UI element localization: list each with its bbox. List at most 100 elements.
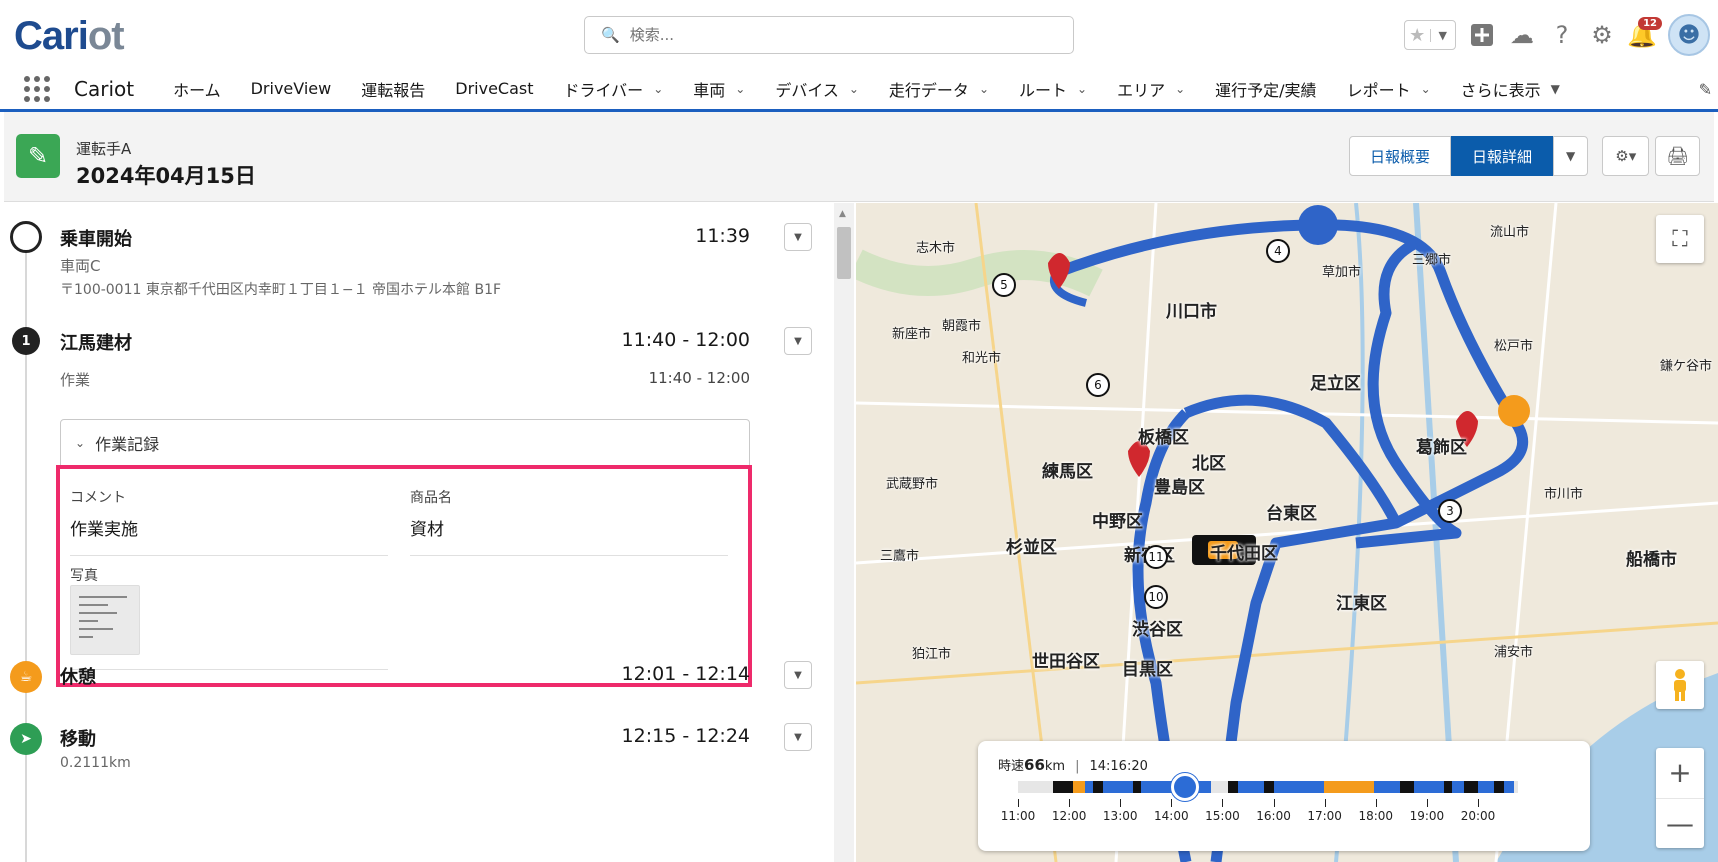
nav-item[interactable]: さらに表示 ▼ xyxy=(1461,77,1560,101)
chevron-down-icon[interactable]: ⌄ xyxy=(979,82,989,96)
nav-item[interactable]: DriveCast xyxy=(455,79,533,98)
chevron-down-icon[interactable]: ⌄ xyxy=(1421,82,1431,96)
chevron-down-icon[interactable]: ▼ xyxy=(1553,136,1589,176)
detail-button[interactable]: 日報詳細 xyxy=(1451,136,1554,176)
chevron-down-icon[interactable]: ⌄ xyxy=(1175,82,1185,96)
chevron-down-icon[interactable]: ⌄ xyxy=(849,82,859,96)
scrollbar-thumb[interactable] xyxy=(837,227,851,279)
event-menu-button[interactable]: ▼ xyxy=(784,223,812,251)
map-label: 浦安市 xyxy=(1494,645,1534,660)
zoom-in-button[interactable]: + xyxy=(1656,748,1704,798)
chevron-down-icon: ⌄ xyxy=(75,436,86,450)
nav-item-label: 走行データ xyxy=(888,80,969,100)
chevron-down-icon[interactable]: ⌄ xyxy=(735,82,745,96)
nav-item[interactable]: レポート ⌄ xyxy=(1347,77,1431,101)
axis-tick xyxy=(1375,799,1377,807)
work-record-label: 作業記録 xyxy=(95,435,160,454)
nav-item[interactable]: 走行データ ⌄ xyxy=(889,77,989,101)
nav-item-label: 運行予定/実績 xyxy=(1215,80,1317,100)
event-menu-button[interactable]: ▼ xyxy=(784,661,812,689)
nav-item[interactable]: デバイス ⌄ xyxy=(775,77,859,101)
favorites-button[interactable]: ★ ▼ xyxy=(1404,20,1456,50)
playback-slider-knob[interactable] xyxy=(1171,773,1200,801)
product-label: 商品名 xyxy=(410,490,452,506)
global-search[interactable]: 🔍 xyxy=(584,16,1074,54)
plus-square-icon[interactable] xyxy=(1468,21,1496,49)
speed-value: 66 xyxy=(1024,756,1045,774)
stop-pin[interactable]: 11 xyxy=(1144,545,1168,569)
map-label: 江東区 xyxy=(1336,594,1387,614)
segment-stop xyxy=(1464,781,1478,793)
fullscreen-icon[interactable]: ⛶ xyxy=(1656,215,1704,263)
nav-item[interactable]: ルート ⌄ xyxy=(1019,77,1087,101)
chevron-down-icon[interactable]: ⌄ xyxy=(653,82,663,96)
nav-item[interactable]: 運行予定/実績 xyxy=(1215,77,1316,101)
stop-pin[interactable]: 4 xyxy=(1266,239,1290,263)
event-title: 乗車開始 xyxy=(60,229,132,250)
stop-pin[interactable]: 5 xyxy=(992,273,1016,297)
nav-item[interactable]: エリア ⌄ xyxy=(1117,77,1185,101)
street-view-icon[interactable] xyxy=(1656,661,1704,709)
map-label: 渋谷区 xyxy=(1132,620,1183,640)
segment-stop xyxy=(1400,781,1414,793)
bell-icon[interactable]: 🔔 12 xyxy=(1627,17,1662,49)
nav-item-label: ドライバー xyxy=(563,80,644,100)
axis-tick-label: 13:00 xyxy=(1102,809,1138,823)
segment-stop xyxy=(1264,781,1274,793)
nav-item[interactable]: DriveView xyxy=(251,79,332,98)
nav-item[interactable]: ホーム xyxy=(173,77,221,101)
chevron-down-icon: ▼ xyxy=(794,335,802,347)
segment-move xyxy=(1452,781,1464,793)
nav-item[interactable]: 運転報告 xyxy=(361,77,425,101)
chevron-down-icon[interactable]: ⌄ xyxy=(1077,82,1087,96)
event-address: 〒100-0011 東京都千代田区内幸町１丁目１−１ 帝国ホテル本館 B1F xyxy=(60,282,502,298)
speed-readout: 時速66km | 14:16:20 xyxy=(998,755,1148,774)
coffee-icon[interactable] xyxy=(1498,395,1530,427)
photo-field: 写真 xyxy=(70,565,388,670)
timeline-bar[interactable] xyxy=(1018,781,1518,793)
app-launcher-icon[interactable] xyxy=(24,75,50,102)
map-label: 台東区 xyxy=(1266,504,1317,524)
event-distance: 0.2111km xyxy=(60,755,131,771)
print-button[interactable]: 🖨 xyxy=(1655,136,1701,176)
stop-pin[interactable]: 10 xyxy=(1144,585,1168,609)
summary-button[interactable]: 日報概要 xyxy=(1349,136,1452,176)
route-map[interactable]: 川口市 足立区 板橋区 北区 練馬区 葛飾区 豊島区 中野区 台東区 杉並区 新… xyxy=(856,203,1718,862)
axis-tick-label: 11:00 xyxy=(1000,809,1036,823)
chevron-down-icon: ▼ xyxy=(794,731,802,743)
trailhead-icon[interactable]: ☁ xyxy=(1508,21,1536,49)
chevron-down-icon: ▼ xyxy=(794,231,802,243)
axis-tick xyxy=(1120,799,1122,807)
edit-nav-icon[interactable]: ✎ xyxy=(1699,80,1712,99)
search-input[interactable] xyxy=(629,26,1030,44)
help-icon[interactable]: ? xyxy=(1548,21,1576,49)
star-icon: ★ xyxy=(1409,24,1426,46)
coffee-icon: ☕ xyxy=(10,661,42,693)
product-field: 商品名 資材 xyxy=(410,487,728,556)
printer-icon: 🖨 xyxy=(1666,145,1690,167)
segment-move xyxy=(1141,781,1171,793)
settings-menu-button[interactable]: ⚙▾ xyxy=(1602,136,1650,176)
cariot-logo[interactable]: Cariot xyxy=(14,14,125,59)
axis-tick xyxy=(1069,799,1071,807)
stop-pin[interactable]: 6 xyxy=(1086,373,1110,397)
axis-tick-label: 12:00 xyxy=(1051,809,1087,823)
chevron-down-icon[interactable]: ▼ xyxy=(1429,28,1456,42)
event-menu-button[interactable]: ▼ xyxy=(784,723,812,751)
speed-prefix: 時速 xyxy=(998,759,1025,774)
event-menu-button[interactable]: ▼ xyxy=(784,327,812,355)
photo-thumbnail[interactable] xyxy=(70,585,140,655)
chevron-down-icon[interactable]: ▼ xyxy=(1551,82,1560,96)
stop-pin[interactable]: 3 xyxy=(1438,499,1462,523)
work-record-toggle[interactable]: ⌄ 作業記録 xyxy=(60,419,750,467)
segment-move xyxy=(1504,781,1514,793)
map-label: 中野区 xyxy=(1092,512,1143,532)
nav-item[interactable]: 車両 ⌄ xyxy=(693,77,745,101)
nav-item-label: ルート xyxy=(1019,80,1068,100)
avatar[interactable]: ☻ xyxy=(1668,14,1710,56)
nav-item[interactable]: ドライバー ⌄ xyxy=(564,77,664,101)
scroll-up-icon[interactable]: ▲ xyxy=(839,209,846,219)
timeline-scrollbar[interactable]: ▲ xyxy=(834,203,854,862)
zoom-out-button[interactable]: — xyxy=(1656,797,1704,849)
gear-icon[interactable]: ⚙ xyxy=(1588,21,1616,49)
